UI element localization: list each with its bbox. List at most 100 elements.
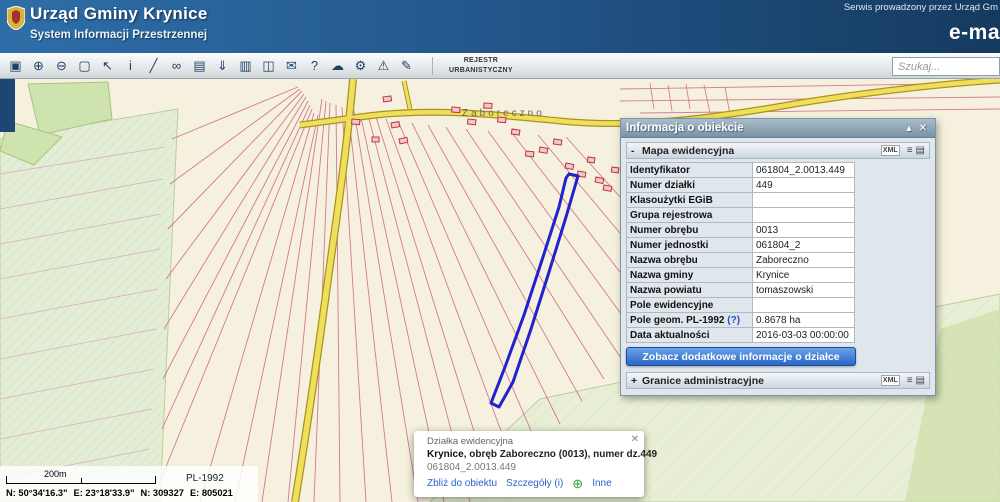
- feature-name: Krynice, obręb Zaboreczno (0013), numer …: [427, 449, 657, 460]
- attribute-label: Identyfikator: [626, 162, 753, 178]
- attribute-label: Grupa rejestrowa: [626, 207, 753, 223]
- print-section-icon[interactable]: ▤: [916, 375, 925, 386]
- settings-icon[interactable]: ⚙: [349, 56, 372, 76]
- feature-object-id: 061804_2.0013.449: [427, 462, 516, 473]
- toolbar-icons: ▣ ⊕ ⊖ ▢ ↖ i ╱ ∞ ▤ ⇓ ▥ ◫ ✉? ☁ ⚙ ⚠ ✎: [4, 56, 418, 76]
- collapse-panel-icon[interactable]: ▴: [902, 123, 916, 134]
- attribute-value: Zaboreczno: [752, 252, 855, 268]
- attribute-value: [752, 207, 855, 223]
- attribute-label: Numer działki: [626, 177, 753, 193]
- measure-icon[interactable]: ╱: [142, 56, 165, 76]
- zoom-to-object-link[interactable]: Zbliż do obiektu: [427, 478, 497, 489]
- attribute-label: Nazwa gminy: [626, 267, 753, 283]
- layers-icon[interactable]: ▥: [234, 56, 257, 76]
- attribute-value: Krynice: [752, 267, 855, 283]
- crs-label: PL-1992: [186, 473, 224, 484]
- emapa-brand-logo: e-ma: [948, 21, 1000, 44]
- attribute-row: Nazwa obrębu Zaboreczno: [626, 252, 855, 268]
- info-panel-titlebar[interactable]: Informacja o obiekcie ▴ ✕: [621, 119, 935, 138]
- section-label: Granice administracyjne: [642, 374, 764, 387]
- section-mapa-ewidencyjna[interactable]: - Mapa ewidencyjna XML ≡ ▤: [626, 142, 930, 159]
- compare-icon[interactable]: ◫: [257, 56, 280, 76]
- feature-links: Zbliż do obiektu Szczegóły (i) ⊕ Inne: [427, 477, 636, 490]
- attribute-value: 2016-03-03 00:00:00: [752, 327, 855, 343]
- feature-name-rest: , obręb Zaboreczno (0013), numer dz.449: [463, 449, 658, 460]
- info-panel: Informacja o obiekcie ▴ ✕ - Mapa ewidenc…: [620, 118, 936, 396]
- map-status-bar: 200m PL-1992 N: 50°34'16.3" E: 23°18'33.9…: [0, 466, 258, 502]
- link-icon[interactable]: ∞: [165, 56, 188, 76]
- attribute-row: Pole geom. PL-1992 (?) 0.8678 ha: [626, 312, 855, 328]
- attribute-value: 061804_2: [752, 237, 855, 253]
- attribute-label: Nazwa obrębu: [626, 252, 753, 268]
- attribute-row: Klasoużytki EGiB: [626, 192, 855, 208]
- attribute-label: Nazwa powiatu: [626, 282, 753, 298]
- attribute-row: Data aktualności 2016-03-03 00:00:00: [626, 327, 855, 343]
- attribute-label: Pole ewidencyjne: [626, 297, 753, 313]
- select-area-icon[interactable]: ▢: [73, 56, 96, 76]
- feature-name-main: Krynice: [427, 449, 464, 460]
- message-icon[interactable]: ✉: [280, 56, 303, 76]
- list-view-icon[interactable]: ≡: [907, 145, 913, 156]
- pointer-icon[interactable]: ↖: [96, 56, 119, 76]
- municipality-crest-icon: [7, 6, 25, 30]
- attribute-row: Grupa rejestrowa: [626, 207, 855, 223]
- section-granice-administracyjne[interactable]: + Granice administracyjne XML ≡ ▤: [626, 372, 930, 389]
- scale-bar: 200m: [6, 469, 156, 484]
- attribute-value: 0.8678 ha: [752, 312, 855, 328]
- zoom-out-icon[interactable]: ⊖: [50, 56, 73, 76]
- alerts-icon[interactable]: ⚠: [372, 56, 395, 76]
- more-parcel-info-button[interactable]: Zobacz dodatkowe informacje o działce: [626, 347, 856, 366]
- zoom-in-icon[interactable]: ⊕: [27, 56, 50, 76]
- attribute-row: Pole ewidencyjne: [626, 297, 855, 313]
- print-section-icon[interactable]: ▤: [916, 145, 925, 156]
- attribute-value: [752, 192, 855, 208]
- app-header: Urząd Gminy Krynice System Informacji Pr…: [0, 0, 1000, 53]
- attribute-label: Klasoużytki EGiB: [626, 192, 753, 208]
- print-icon[interactable]: ▤: [188, 56, 211, 76]
- scale-label: 200m: [44, 469, 67, 479]
- help-link[interactable]: (?): [724, 315, 740, 326]
- coordinate-value: N: 309327: [140, 488, 184, 498]
- download-icon[interactable]: ⇓: [211, 56, 234, 76]
- coordinate-value: N: 50°34'16.3": [6, 488, 68, 498]
- attribute-value: 449: [752, 177, 855, 193]
- rejestr-urbanistyczny-button[interactable]: REJESTR URBANISTYCZNY: [443, 56, 519, 75]
- app-title: Urząd Gminy Krynice: [30, 4, 208, 23]
- add-plus-icon[interactable]: ⊕: [572, 477, 583, 490]
- rejestr-label-line2: URBANISTYCZNY: [449, 66, 513, 74]
- attribute-value: 061804_2.0013.449: [752, 162, 855, 178]
- docked-panel-edge: [0, 79, 15, 132]
- coordinate-value: E: 805021: [189, 488, 233, 498]
- cloud-icon[interactable]: ☁: [326, 56, 349, 76]
- attribute-table: Identyfikator 061804_2.0013.449 Numer dzia…: [626, 162, 855, 343]
- xml-export-icon[interactable]: XML: [880, 374, 900, 387]
- attribute-value: 0013: [752, 222, 855, 238]
- attribute-label: Pole geom. PL-1992 (?): [626, 312, 753, 328]
- section-collapse-marker: +: [631, 374, 638, 387]
- info-icon[interactable]: i: [119, 56, 142, 76]
- list-view-icon[interactable]: ≡: [907, 375, 913, 386]
- attribute-row: Identyfikator 061804_2.0013.449: [626, 162, 855, 178]
- attribute-label: Data aktualności: [626, 327, 753, 343]
- help-icon[interactable]: ?: [303, 56, 326, 76]
- attribute-label: Numer jednostki: [626, 237, 753, 253]
- draw-icon[interactable]: ✎: [395, 56, 418, 76]
- details-link[interactable]: Szczegóły (i): [506, 478, 563, 489]
- info-panel-body: - Mapa ewidencyjna XML ≡ ▤ Identyfikator…: [621, 138, 935, 395]
- close-popup-icon[interactable]: ✕: [631, 434, 639, 445]
- attribute-row: Nazwa powiatu tomaszowski: [626, 282, 855, 298]
- attribute-table-body: Identyfikator 061804_2.0013.449 Numer dzia…: [626, 162, 855, 343]
- other-actions-link[interactable]: Inne: [592, 478, 611, 489]
- section-label: Mapa ewidencyjna: [642, 144, 735, 157]
- attribute-row: Nazwa gminy Krynice: [626, 267, 855, 283]
- attribute-row: Numer jednostki 061804_2: [626, 237, 855, 253]
- close-panel-icon[interactable]: ✕: [916, 123, 930, 134]
- rejestr-label-line1: REJESTR: [463, 57, 499, 65]
- search-input[interactable]: [892, 57, 1000, 76]
- attribute-value: tomaszowski: [752, 282, 855, 298]
- coordinate-value: E: 23°18'33.9": [73, 488, 135, 498]
- coordinates: N: 50°34'16.3" E: 23°18'33.9" N: 309327 E: …: [6, 488, 252, 498]
- zoom-window-icon[interactable]: ▣: [4, 56, 27, 76]
- xml-export-icon[interactable]: XML: [880, 144, 900, 157]
- info-panel-title: Informacja o obiekcie: [626, 122, 744, 134]
